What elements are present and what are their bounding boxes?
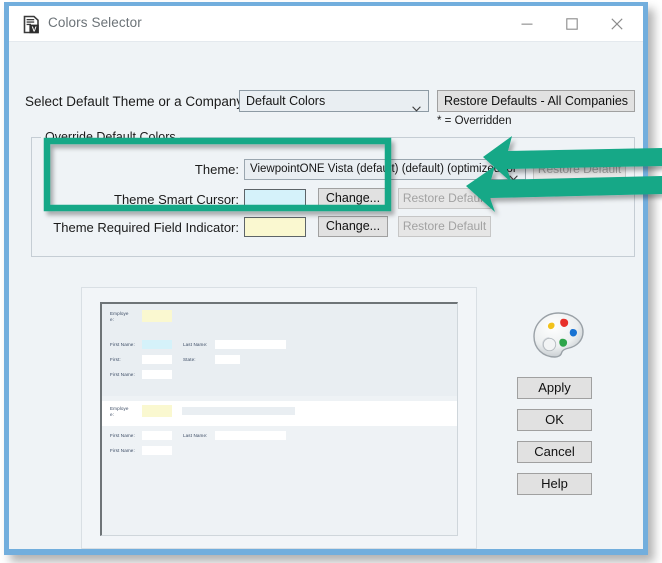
window-frame: V Colors Selector Select Default Theme o… xyxy=(4,2,648,555)
maximize-button[interactable] xyxy=(550,6,594,41)
change-required-field-button[interactable]: Change... xyxy=(318,216,388,237)
document-v-badge-icon: V xyxy=(23,15,41,34)
preview-field-first xyxy=(142,355,172,364)
window-title: Colors Selector xyxy=(48,15,142,30)
theme-combobox[interactable]: ViewpointONE Vista (default) (default) (… xyxy=(244,159,526,181)
theme-smart-cursor-swatch[interactable] xyxy=(244,189,306,209)
preview-field-employee-required-2 xyxy=(142,405,172,417)
preview-field-last-name-2 xyxy=(215,431,286,440)
chevron-down-icon xyxy=(509,168,518,181)
preview-label-last-name-2: Last Name: xyxy=(183,433,208,438)
preview-label-last-name: Last Name: xyxy=(183,342,208,347)
company-combobox-value: Default Colors xyxy=(246,94,326,108)
preview-form: Employe e: First Name: Last Name: First:… xyxy=(100,302,458,536)
title-bar: V Colors Selector xyxy=(9,6,643,42)
window-inner: V Colors Selector Select Default Theme o… xyxy=(9,6,643,549)
preview-field-state xyxy=(215,355,240,364)
preview-field-employee-required xyxy=(142,310,172,322)
dialog-body: Select Default Theme or a Company: Defau… xyxy=(9,42,643,549)
preview-label-state: State: xyxy=(183,357,196,362)
preview-label-first-name-4: First Name: xyxy=(110,448,135,453)
preview-field-employee-name-2 xyxy=(182,407,295,415)
restore-default-required-field-button[interactable]: Restore Default xyxy=(398,216,491,237)
restore-defaults-all-companies-button[interactable]: Restore Defaults - All Companies xyxy=(437,90,635,112)
theme-required-field-indicator-label: Theme Required Field Indicator: xyxy=(53,220,239,235)
preview-field-last-name xyxy=(215,340,286,349)
preview-panel: Employe e: First Name: Last Name: First:… xyxy=(81,287,477,549)
override-default-colors-title: Override Default Colors xyxy=(41,130,180,144)
overridden-legend: * = Overridden xyxy=(437,115,512,127)
change-smart-cursor-button[interactable]: Change... xyxy=(318,188,388,209)
cancel-button[interactable]: Cancel xyxy=(517,441,592,463)
preview-label-first: First: xyxy=(110,357,121,362)
theme-label: Theme: xyxy=(194,162,239,177)
theme-smart-cursor-label: Theme Smart Cursor: xyxy=(114,192,239,207)
preview-label-employee-2: Employe e: xyxy=(110,406,129,417)
preview-label-first-name-3: First Name: xyxy=(110,433,135,438)
close-button[interactable] xyxy=(595,6,639,41)
theme-combobox-value: ViewpointONE Vista (default) (default) (… xyxy=(250,163,517,175)
preview-field-first-name-2 xyxy=(142,370,172,379)
theme-required-field-swatch[interactable] xyxy=(244,217,306,237)
preview-label-first-name-2: First Name: xyxy=(110,372,135,377)
preview-label-employee: Employe e: xyxy=(110,311,129,322)
minimize-button[interactable] xyxy=(505,6,549,41)
apply-button[interactable]: Apply xyxy=(517,377,592,399)
restore-default-smart-cursor-button[interactable]: Restore Default xyxy=(398,188,491,209)
ok-button[interactable]: OK xyxy=(517,409,592,431)
svg-text:V: V xyxy=(32,25,37,34)
screenshot-canvas: V Colors Selector Select Default Theme o… xyxy=(0,0,662,563)
restore-default-theme-button[interactable]: Restore Default xyxy=(533,159,626,180)
company-combobox[interactable]: Default Colors xyxy=(239,90,429,112)
chevron-down-icon xyxy=(412,99,421,112)
help-button[interactable]: Help xyxy=(517,473,592,495)
preview-field-smart-cursor xyxy=(142,340,172,349)
color-palette-icon xyxy=(531,310,586,360)
preview-field-employee-name xyxy=(182,312,295,320)
select-theme-label: Select Default Theme or a Company: xyxy=(25,94,247,109)
preview-field-first-name-4 xyxy=(142,446,172,455)
preview-field-first-name-3 xyxy=(142,431,172,440)
preview-label-first-name: First Name: xyxy=(110,342,135,347)
